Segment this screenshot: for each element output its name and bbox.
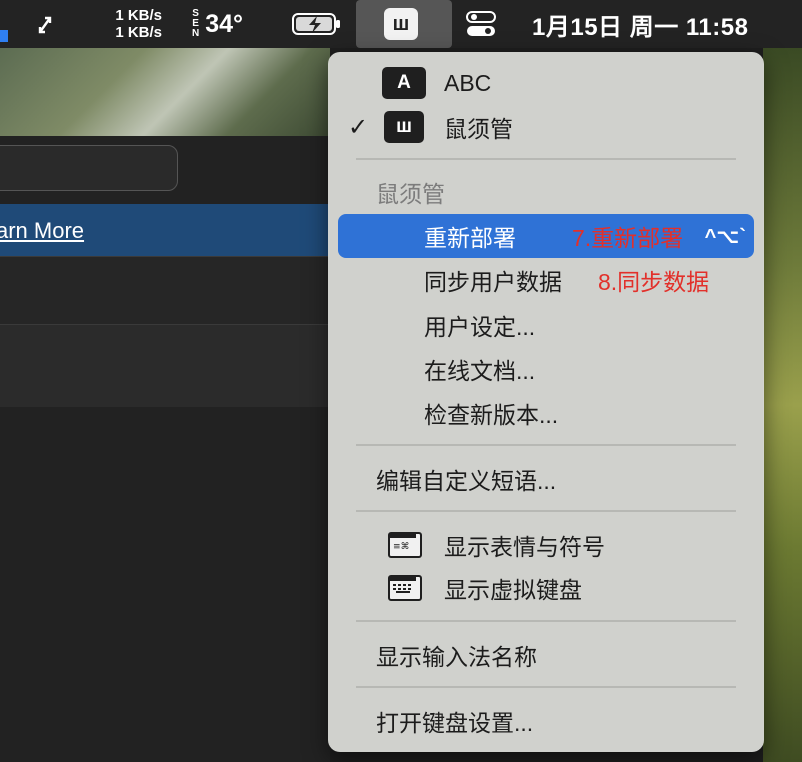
squirrel-icon: ш (384, 111, 424, 143)
learn-more-link[interactable]: arn More (0, 218, 84, 244)
network-speed[interactable]: 1 KB/s 1 KB/s (106, 0, 162, 48)
menu-item-label: 用户设定... (424, 314, 536, 340)
net-up: 1 KB/s (115, 7, 162, 24)
annotation-sync: 8.同步数据 (598, 269, 710, 295)
panel-row (0, 324, 330, 407)
checkmark-icon: ✓ (348, 113, 369, 141)
menu-separator (356, 510, 736, 512)
svg-text:≡⌘: ≡⌘ (393, 542, 410, 552)
battery-icon[interactable] (292, 0, 342, 48)
menu-item-redeploy[interactable]: 重新部署 7.重新部署 ^⌥` (328, 216, 764, 256)
menu-item-label: 重新部署 (424, 225, 516, 251)
annotation-redeploy: 7.重新部署 (572, 225, 684, 251)
compass-letters: S E N (192, 8, 200, 39)
menu-item-squirrel[interactable]: ✓ ш 鼠须管 (328, 107, 764, 147)
keyboard-viewer-icon (388, 575, 422, 601)
control-center-icon[interactable] (466, 0, 496, 48)
menu-item-label: 鼠须管 (444, 116, 513, 142)
menu-item-label: 检查新版本... (424, 402, 559, 428)
search-input[interactable] (0, 145, 178, 191)
clock[interactable]: 1月15日 周一 11:58 (532, 0, 748, 48)
menu-item-label: 显示虚拟键盘 (444, 577, 582, 603)
menu-item-emoji[interactable]: ≡⌘ 显示表情与符号 (328, 525, 764, 565)
weather-widget[interactable]: S E N 34° (192, 0, 243, 48)
menu-item-online-docs[interactable]: 在线文档... (328, 349, 764, 389)
menu-bar: 1 KB/s 1 KB/s S E N 34° ш 1月15日 周一 11:58 (0, 0, 802, 48)
menu-item-label: ABC (444, 69, 492, 96)
wallpaper-photo (0, 48, 330, 136)
menu-separator (356, 686, 736, 688)
menu-item-virtual-keyboard[interactable]: 显示虚拟键盘 (328, 568, 764, 608)
menu-separator (356, 620, 736, 622)
menu-item-label: 同步用户数据 (424, 269, 562, 295)
menu-item-label: 显示输入法名称 (376, 644, 537, 670)
menu-separator (356, 158, 736, 160)
temperature: 34° (205, 9, 244, 38)
abc-icon: A (382, 67, 426, 99)
menu-item-label: 显示表情与符号 (444, 534, 605, 560)
menu-item-keyboard-settings[interactable]: 打开键盘设置... (328, 701, 764, 741)
wallpaper-right (763, 48, 802, 762)
arrows-icon[interactable] (36, 0, 56, 48)
menu-item-check-updates[interactable]: 检查新版本... (328, 393, 764, 433)
menu-section-header: 鼠须管 (376, 181, 445, 207)
emoji-viewer-icon: ≡⌘ (388, 532, 422, 558)
menu-item-abc[interactable]: A ABC (328, 63, 764, 103)
app-indicator (0, 30, 8, 42)
menu-item-label: 在线文档... (424, 358, 536, 384)
menu-item-label: 打开键盘设置... (376, 710, 534, 736)
panel-row (0, 256, 330, 325)
ime-icon[interactable]: ш (384, 8, 418, 40)
ime-dropdown-menu: A ABC ✓ ш 鼠须管 鼠须管 重新部署 7.重新部署 ^⌥` 同步用户数据… (328, 52, 764, 752)
menu-item-label: 编辑自定义短语... (376, 468, 557, 494)
menu-item-edit-phrases[interactable]: 编辑自定义短语... (328, 459, 764, 499)
menu-separator (356, 444, 736, 446)
menu-item-user-settings[interactable]: 用户设定... (328, 305, 764, 345)
menu-item-sync-user-data[interactable]: 同步用户数据 8.同步数据 (328, 260, 764, 300)
menu-item-show-ime-name[interactable]: 显示输入法名称 (328, 635, 764, 675)
net-down: 1 KB/s (115, 24, 162, 41)
shortcut-hint: ^⌥` (704, 225, 746, 248)
